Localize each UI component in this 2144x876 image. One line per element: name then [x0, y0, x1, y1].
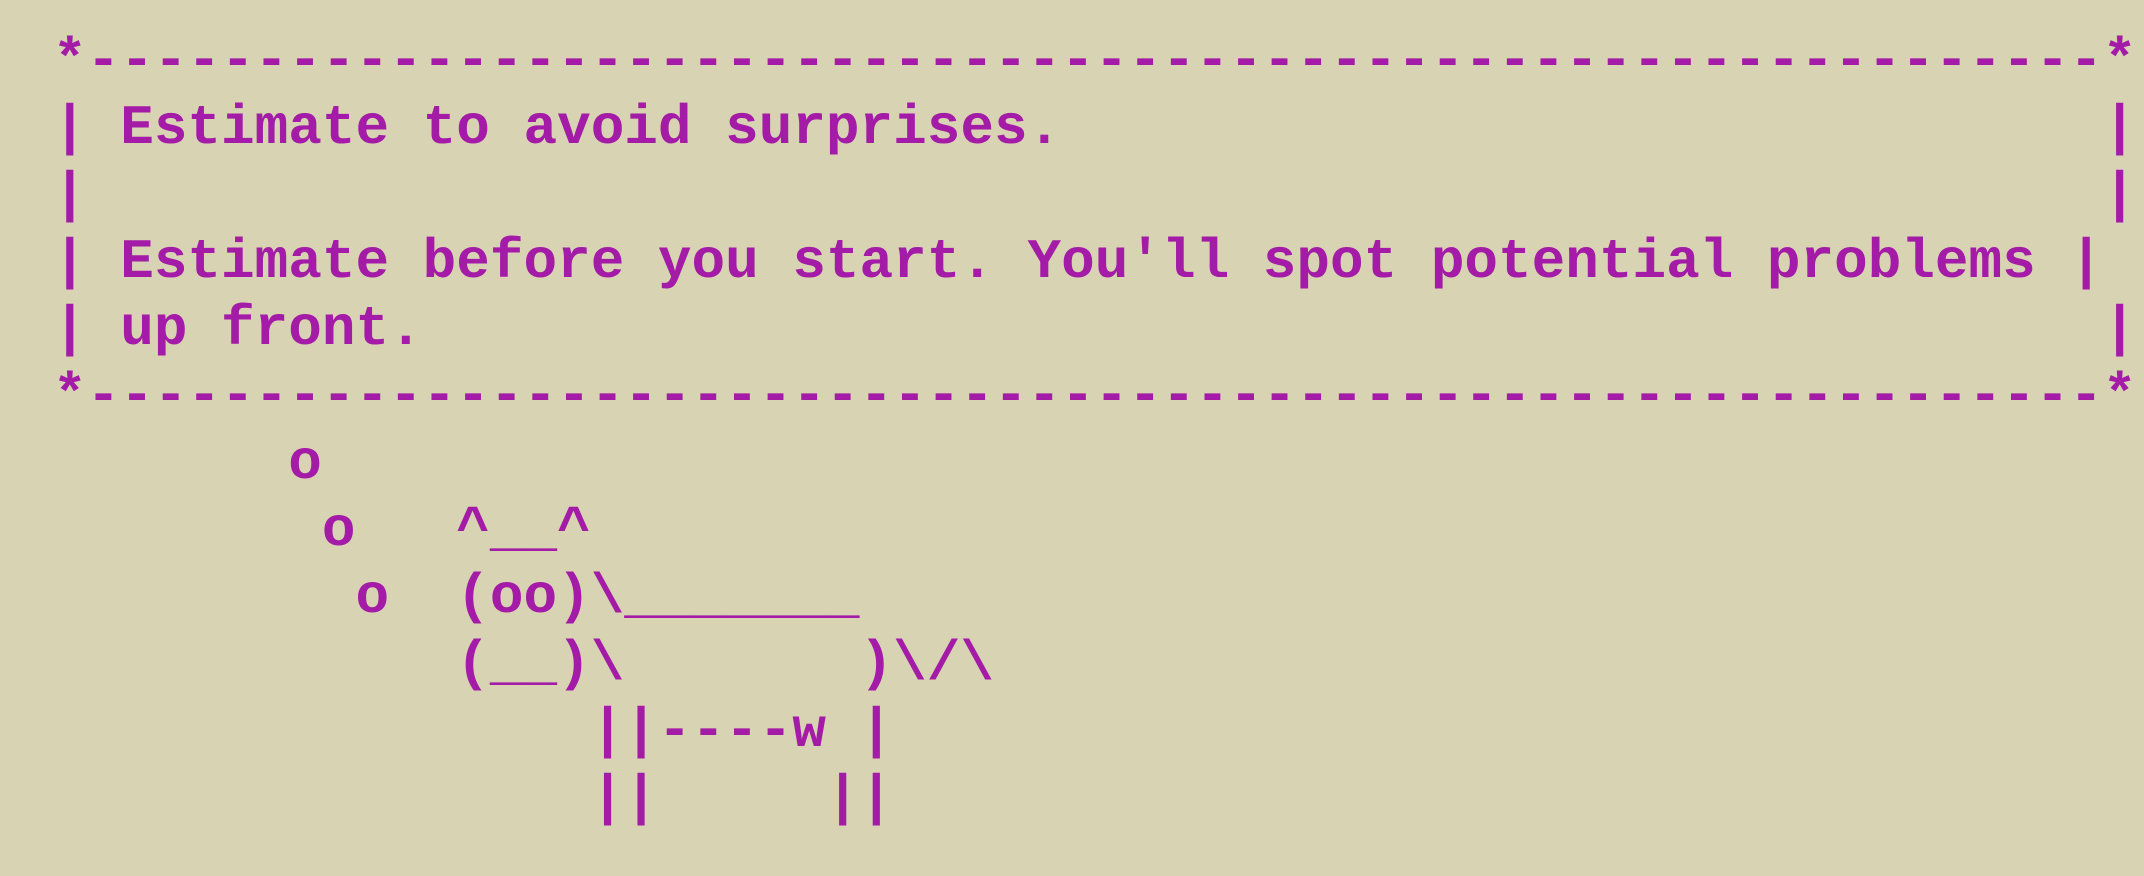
box-top-border: *---------------------------------------… [53, 29, 2137, 93]
cowsay-output: *---------------------------------------… [53, 28, 2137, 832]
cow-legs-line-1: ||----w | [53, 699, 894, 763]
message-line-4: | up front. | [53, 297, 2137, 361]
cow-body-line: (__)\ )\/\ [53, 632, 994, 696]
message-line-2: | | [53, 163, 2137, 227]
message-line-1: | Estimate to avoid surprises. | [53, 96, 2137, 160]
box-bottom-border: *---------------------------------------… [53, 364, 2137, 428]
thought-bubble-1: o [53, 431, 322, 495]
cow-face-line: o (oo)\_______ [53, 565, 860, 629]
terminal-output: *---------------------------------------… [53, 28, 2137, 848]
cow-ears-line: o ^__^ [53, 498, 591, 562]
message-line-3: | Estimate before you start. You'll spot… [53, 230, 2103, 294]
cow-legs-line-2: || || [53, 766, 894, 830]
